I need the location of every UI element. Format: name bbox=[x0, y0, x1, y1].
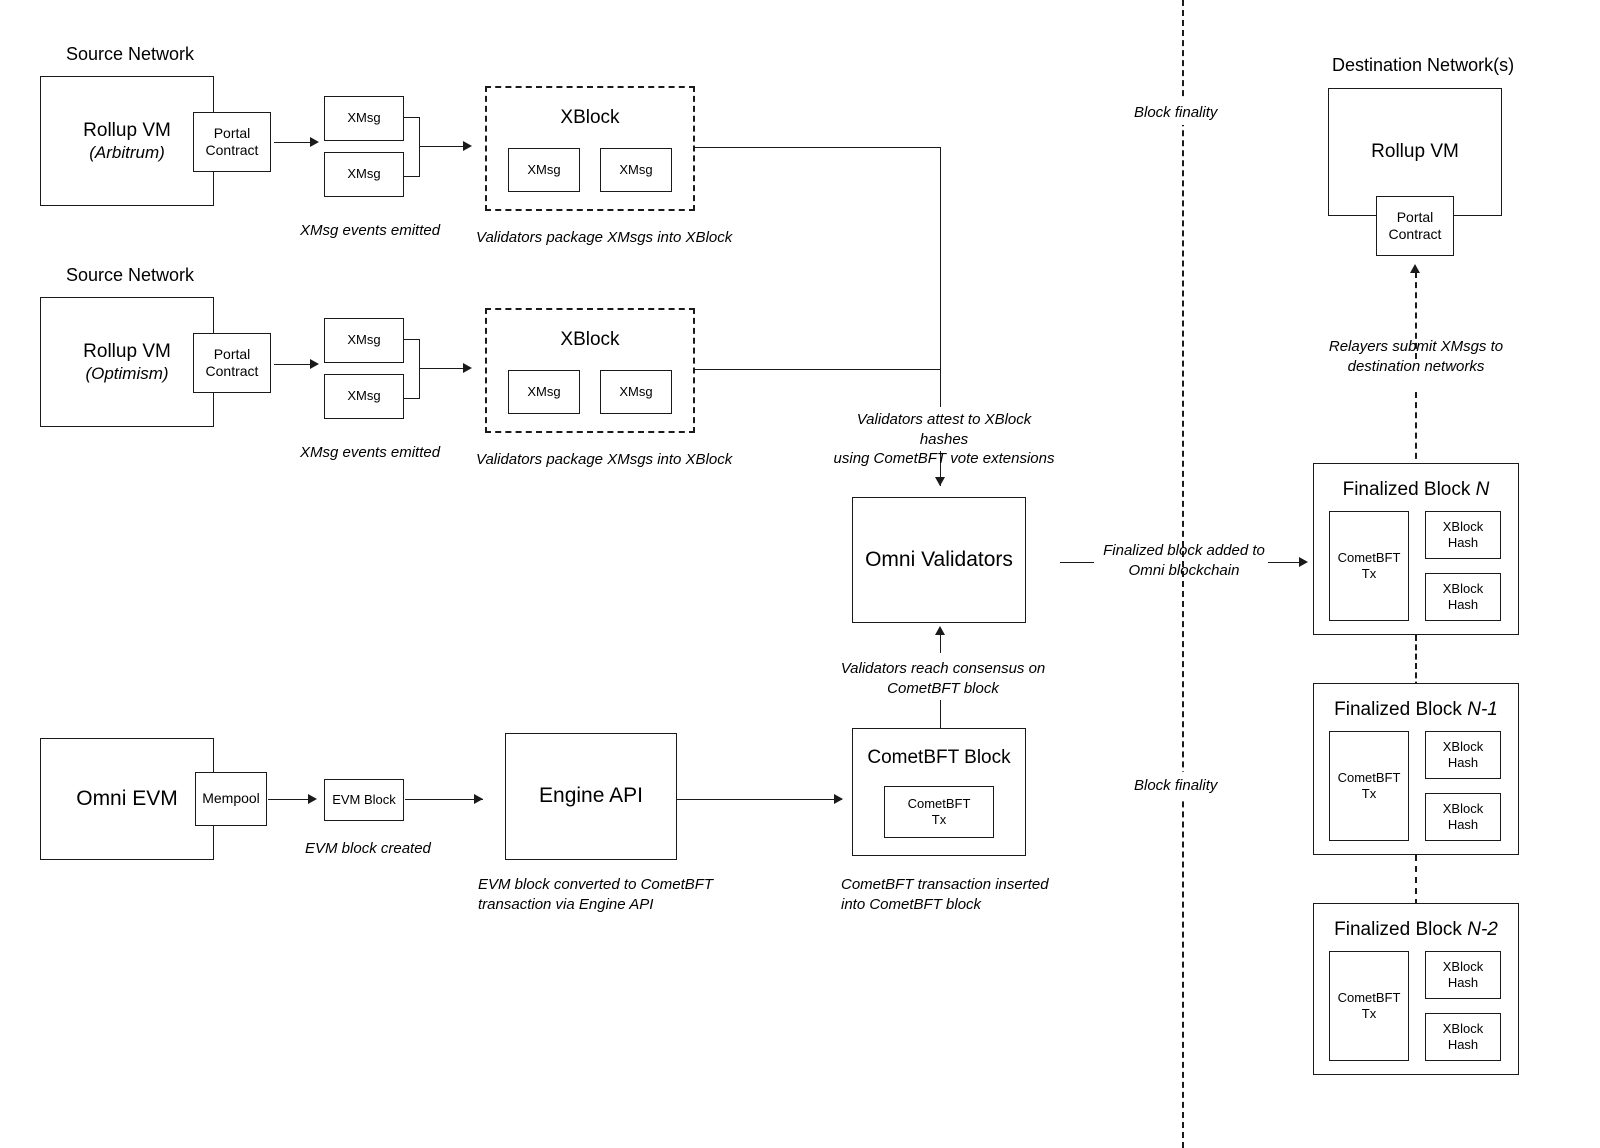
portal-contract-label-2: Portal Contract bbox=[205, 345, 259, 380]
omni-evm-label: Omni EVM bbox=[76, 786, 178, 810]
omni-evm-box: Omni EVM bbox=[40, 738, 214, 860]
xmsg-events-emitted-note-1: XMsg events emitted bbox=[300, 222, 441, 239]
validators-consensus-note: Validators reach consensus on CometBFT b… bbox=[840, 660, 1046, 697]
arrowhead-to-omni-validators bbox=[934, 477, 945, 486]
arrowhead-engine-api-to-cometbft bbox=[834, 793, 843, 804]
engine-api-label: Engine API bbox=[539, 784, 643, 808]
xmsg-event-box-2a: XMsg bbox=[324, 318, 404, 363]
xblock-title-2: XBlock bbox=[560, 329, 620, 350]
source-network-2-header: Source Network bbox=[66, 265, 195, 285]
connector-mempool-to-evm-block bbox=[268, 799, 310, 800]
finalized-block-n1-xblock-hash-b: XBlock Hash bbox=[1425, 793, 1501, 841]
finalized-block-n-title: Finalized Block N bbox=[1342, 479, 1490, 500]
xblock-2-xmsg-b: XMsg bbox=[600, 370, 672, 414]
xmsg-bracket-2 bbox=[404, 339, 420, 399]
arrowhead-mempool-to-evm-block bbox=[308, 793, 317, 804]
validators-package-note-2: Validators package XMsgs into XBlock bbox=[476, 451, 733, 468]
finalized-block-n2-title: Finalized Block N-2 bbox=[1334, 919, 1498, 940]
validators-package-note-1: Validators package XMsgs into XBlock bbox=[476, 229, 733, 246]
xmsg-event-box-1a: XMsg bbox=[324, 96, 404, 141]
arrowhead-consensus-to-validators bbox=[934, 626, 945, 635]
source-network-1-rollup-vm-box: Rollup VM (Arbitrum) bbox=[40, 76, 214, 206]
cometbft-tx-box: CometBFT Tx bbox=[884, 786, 994, 838]
finalized-block-n1-index: N-1 bbox=[1467, 699, 1498, 720]
finalized-block-added-note: Finalized block added to Omni blockchain bbox=[1103, 542, 1265, 579]
source-network-1-portal-contract-box[interactable]: Portal Contract bbox=[193, 112, 271, 172]
xmsg-bracket-1 bbox=[404, 117, 420, 177]
destination-network-header: Destination Network(s) bbox=[1332, 55, 1515, 75]
connector-engine-api-to-cometbft bbox=[677, 799, 842, 800]
destination-portal-contract-label: Portal Contract bbox=[1388, 208, 1442, 243]
finalized-block-n-xblock-hash-b: XBlock Hash bbox=[1425, 573, 1501, 621]
omni-validators-label: Omni Validators bbox=[865, 547, 1013, 571]
finalized-block-n1-cometbft-tx: CometBFT Tx bbox=[1329, 731, 1409, 841]
validators-attest-note: Validators attest to XBlock hashes using… bbox=[833, 411, 1055, 467]
destination-rollup-vm-label: Rollup VM bbox=[1371, 141, 1459, 163]
connector-portal-to-xmsg-2 bbox=[274, 364, 312, 365]
evm-block-label: EVM Block bbox=[332, 791, 396, 807]
finalized-block-n2-cometbft-tx: CometBFT Tx bbox=[1329, 951, 1409, 1061]
source-network-2-portal-contract-box[interactable]: Portal Contract bbox=[193, 333, 271, 393]
finalized-block-n1-xblock-hash-a: XBlock Hash bbox=[1425, 731, 1501, 779]
block-finality-divider bbox=[1182, 0, 1184, 1148]
omni-validators-box: Omni Validators bbox=[852, 497, 1026, 623]
relayer-submit-note: Relayers submit XMsgs to destination net… bbox=[1328, 338, 1504, 375]
arrowhead-finalized-block bbox=[1299, 556, 1308, 567]
arrowhead-evm-block-to-engine-api bbox=[474, 793, 483, 804]
consensus-line-lower bbox=[940, 700, 941, 728]
connector-xmsg-to-xblock-1 bbox=[419, 146, 465, 147]
mempool-box[interactable]: Mempool bbox=[195, 772, 267, 826]
block-finality-label-top: Block finality bbox=[1134, 104, 1218, 121]
finalized-block-n2-xblock-hash-a: XBlock Hash bbox=[1425, 951, 1501, 999]
arrowhead-xmsg-to-xblock-1 bbox=[463, 140, 472, 151]
xblock-title-1: XBlock bbox=[560, 107, 620, 128]
finalized-block-n2-xblock-hash-b: XBlock Hash bbox=[1425, 1013, 1501, 1061]
finalized-block-n2-index: N-2 bbox=[1467, 919, 1498, 940]
finalized-block-n1-title: Finalized Block N-1 bbox=[1334, 699, 1498, 720]
arrowhead-relayer-to-portal bbox=[1409, 264, 1420, 273]
engine-api-note: EVM block converted to CometBFT transact… bbox=[478, 876, 714, 913]
finalized-block-line-left bbox=[1060, 562, 1094, 563]
engine-api-box: Engine API bbox=[505, 733, 677, 860]
bus-line-xblock-1 bbox=[693, 147, 941, 148]
finalized-block-n-xblock-hash-a: XBlock Hash bbox=[1425, 511, 1501, 559]
rollup-vm-label-2: Rollup VM (Optimism) bbox=[83, 340, 171, 384]
arrowhead-portal-to-xmsg-2 bbox=[310, 358, 319, 369]
connector-evm-block-to-engine-api bbox=[405, 799, 483, 800]
rollup-vm-chain-2: (Optimism) bbox=[85, 364, 169, 384]
source-network-1-header: Source Network bbox=[66, 44, 195, 64]
xblock-1-xmsg-a: XMsg bbox=[508, 148, 580, 192]
xmsg-event-box-2b: XMsg bbox=[324, 374, 404, 419]
finalized-block-n-index: N bbox=[1475, 479, 1490, 500]
cometbft-tx-label: CometBFT Tx bbox=[907, 795, 971, 827]
connector-xmsg-to-xblock-2 bbox=[419, 368, 465, 369]
portal-contract-label-1: Portal Contract bbox=[205, 124, 259, 159]
arrowhead-portal-to-xmsg-1 bbox=[310, 136, 319, 147]
finalized-block-n-cometbft-tx: CometBFT Tx bbox=[1329, 511, 1409, 621]
evm-block-created-note: EVM block created bbox=[305, 840, 431, 857]
diagram-canvas: Source Network Rollup VM (Arbitrum) Port… bbox=[0, 0, 1600, 1148]
cometbft-block-note: CometBFT transaction inserted into Comet… bbox=[841, 876, 1049, 913]
rollup-vm-chain-1: (Arbitrum) bbox=[89, 143, 165, 163]
xblock-1-xmsg-b: XMsg bbox=[600, 148, 672, 192]
connector-portal-to-xmsg-1 bbox=[274, 142, 312, 143]
relayer-line-lower bbox=[1415, 392, 1417, 469]
chain-link-n1-to-n2 bbox=[1415, 855, 1417, 905]
bus-line-xblock-2 bbox=[693, 369, 941, 370]
block-finality-label-bottom: Block finality bbox=[1134, 777, 1218, 794]
xmsg-event-box-1b: XMsg bbox=[324, 152, 404, 197]
arrowhead-xmsg-to-xblock-2 bbox=[463, 362, 472, 373]
source-network-2-rollup-vm-box: Rollup VM (Optimism) bbox=[40, 297, 214, 427]
evm-block-box: EVM Block bbox=[324, 779, 404, 821]
cometbft-block-label: CometBFT Block bbox=[867, 747, 1011, 768]
mempool-label: Mempool bbox=[202, 790, 260, 807]
destination-portal-contract-box[interactable]: Portal Contract bbox=[1376, 196, 1454, 256]
xmsg-events-emitted-note-2: XMsg events emitted bbox=[300, 444, 441, 461]
rollup-vm-label-1: Rollup VM (Arbitrum) bbox=[83, 119, 171, 163]
xblock-2-xmsg-a: XMsg bbox=[508, 370, 580, 414]
